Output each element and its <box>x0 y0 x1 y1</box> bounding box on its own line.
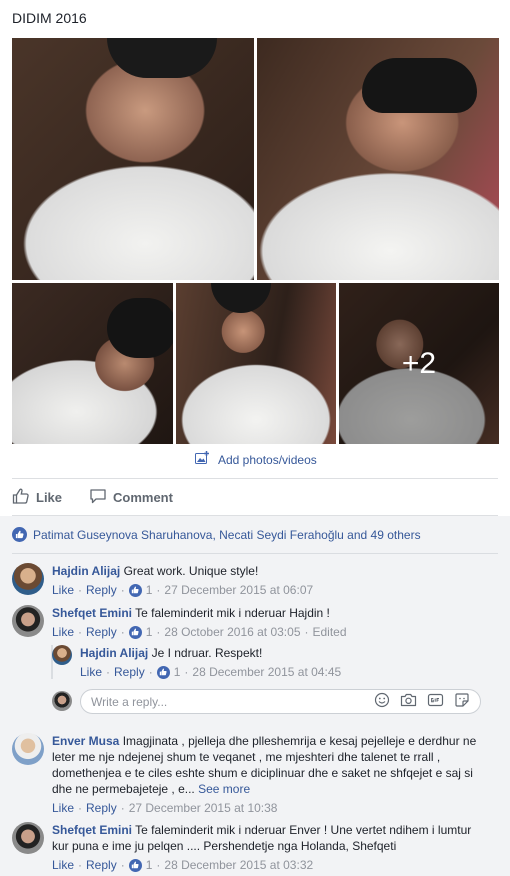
comment-label: Comment <box>113 490 173 505</box>
reply-timestamp[interactable]: 28 December 2015 at 04:45 <box>192 665 341 679</box>
reaction-count[interactable]: 1 <box>146 625 153 639</box>
camera-icon[interactable] <box>400 692 417 711</box>
reaction-count[interactable]: 1 <box>174 665 181 679</box>
photo-2[interactable] <box>257 38 499 280</box>
album-title: DIDIM 2016 <box>12 10 87 26</box>
comment-timestamp[interactable]: 28 October 2016 at 03:05 <box>164 625 300 639</box>
comment-author[interactable]: Shefqet Emini <box>52 823 132 837</box>
like-reaction-icon <box>12 527 27 542</box>
comment: Hajdin Alijaj Great work. Unique style! … <box>12 563 313 597</box>
more-photos-count: +2 <box>401 346 437 380</box>
add-photo-icon <box>195 451 210 468</box>
reply-like-link[interactable]: Like <box>80 665 102 679</box>
comment-timestamp[interactable]: 27 December 2015 at 06:07 <box>164 583 313 597</box>
comment-timestamp[interactable]: 28 December 2015 at 03:32 <box>164 858 313 872</box>
reply-reply-link[interactable]: Reply <box>114 665 145 679</box>
comment-author[interactable]: Hajdin Alijaj <box>52 564 120 578</box>
sticker-icon[interactable] <box>454 692 470 711</box>
emoji-icon[interactable] <box>374 692 390 711</box>
reply: Hajdin Alijaj Je I ndruar. Respekt! Like… <box>52 645 341 679</box>
like-reaction-icon <box>128 858 142 872</box>
divider <box>12 478 498 479</box>
comment-text: Te faleminderit mik i nderuar Hajdin ! <box>135 606 330 620</box>
reaction-count[interactable]: 1 <box>146 583 153 597</box>
reply-author[interactable]: Hajdin Alijaj <box>80 646 148 660</box>
like-label: Like <box>36 490 63 505</box>
avatar[interactable] <box>12 733 44 765</box>
comment-text: Great work. Unique style! <box>123 564 259 578</box>
photo-1[interactable] <box>12 38 254 280</box>
like-reaction-icon <box>128 625 142 639</box>
like-button[interactable]: Like <box>12 487 62 508</box>
avatar[interactable] <box>12 605 44 637</box>
comment-author[interactable]: Enver Musa <box>52 734 119 748</box>
comment: Shefqet Emini Te faleminderit mik i nder… <box>12 605 347 639</box>
reply-text: Je I ndruar. Respekt! <box>151 646 263 660</box>
see-more-link[interactable]: See more <box>198 782 250 796</box>
comment-like-link[interactable]: Like <box>52 801 74 815</box>
like-reaction-icon <box>128 583 142 597</box>
comment-bubble-icon <box>89 487 107 508</box>
comment-button[interactable]: Comment <box>89 487 173 508</box>
comment-like-link[interactable]: Like <box>52 583 74 597</box>
avatar[interactable] <box>52 645 72 665</box>
photo-4[interactable] <box>176 283 336 444</box>
thumbs-up-icon <box>12 487 30 508</box>
photo-5[interactable]: +2 <box>339 283 499 444</box>
likes-summary-row[interactable]: Patimat Guseynova Sharuhanova, Necati Se… <box>12 527 421 542</box>
comment: Shefqet Emini Te faleminderit mik i nder… <box>12 822 498 872</box>
more-photos-overlay[interactable]: +2 <box>339 283 499 444</box>
add-photos-label: Add photos/videos <box>218 452 317 467</box>
comment: Enver Musa Imagjinata , pjelleja dhe pll… <box>12 733 498 815</box>
comment-like-link[interactable]: Like <box>52 625 74 639</box>
comment-author[interactable]: Shefqet Emini <box>52 606 132 620</box>
photo-3[interactable] <box>12 283 173 444</box>
divider <box>12 553 498 554</box>
edited-label[interactable]: Edited <box>313 625 347 639</box>
add-photos-link[interactable]: Add photos/videos <box>195 451 317 468</box>
avatar[interactable] <box>12 563 44 595</box>
comment-reply-link[interactable]: Reply <box>86 858 117 872</box>
likes-summary-text: Patimat Guseynova Sharuhanova, Necati Se… <box>33 527 421 542</box>
comment-reply-link[interactable]: Reply <box>86 583 117 597</box>
avatar[interactable] <box>12 822 44 854</box>
comment-reply-link[interactable]: Reply <box>86 801 117 815</box>
reaction-count[interactable]: 1 <box>146 858 153 872</box>
comment-timestamp[interactable]: 27 December 2015 at 10:38 <box>129 801 278 815</box>
gif-icon[interactable] <box>427 692 444 711</box>
comment-reply-link[interactable]: Reply <box>86 625 117 639</box>
comment-like-link[interactable]: Like <box>52 858 74 872</box>
reply-input[interactable]: Write a reply... <box>80 689 481 714</box>
like-reaction-icon <box>156 665 170 679</box>
reply-input-placeholder: Write a reply... <box>91 694 168 709</box>
current-user-avatar <box>52 691 72 711</box>
